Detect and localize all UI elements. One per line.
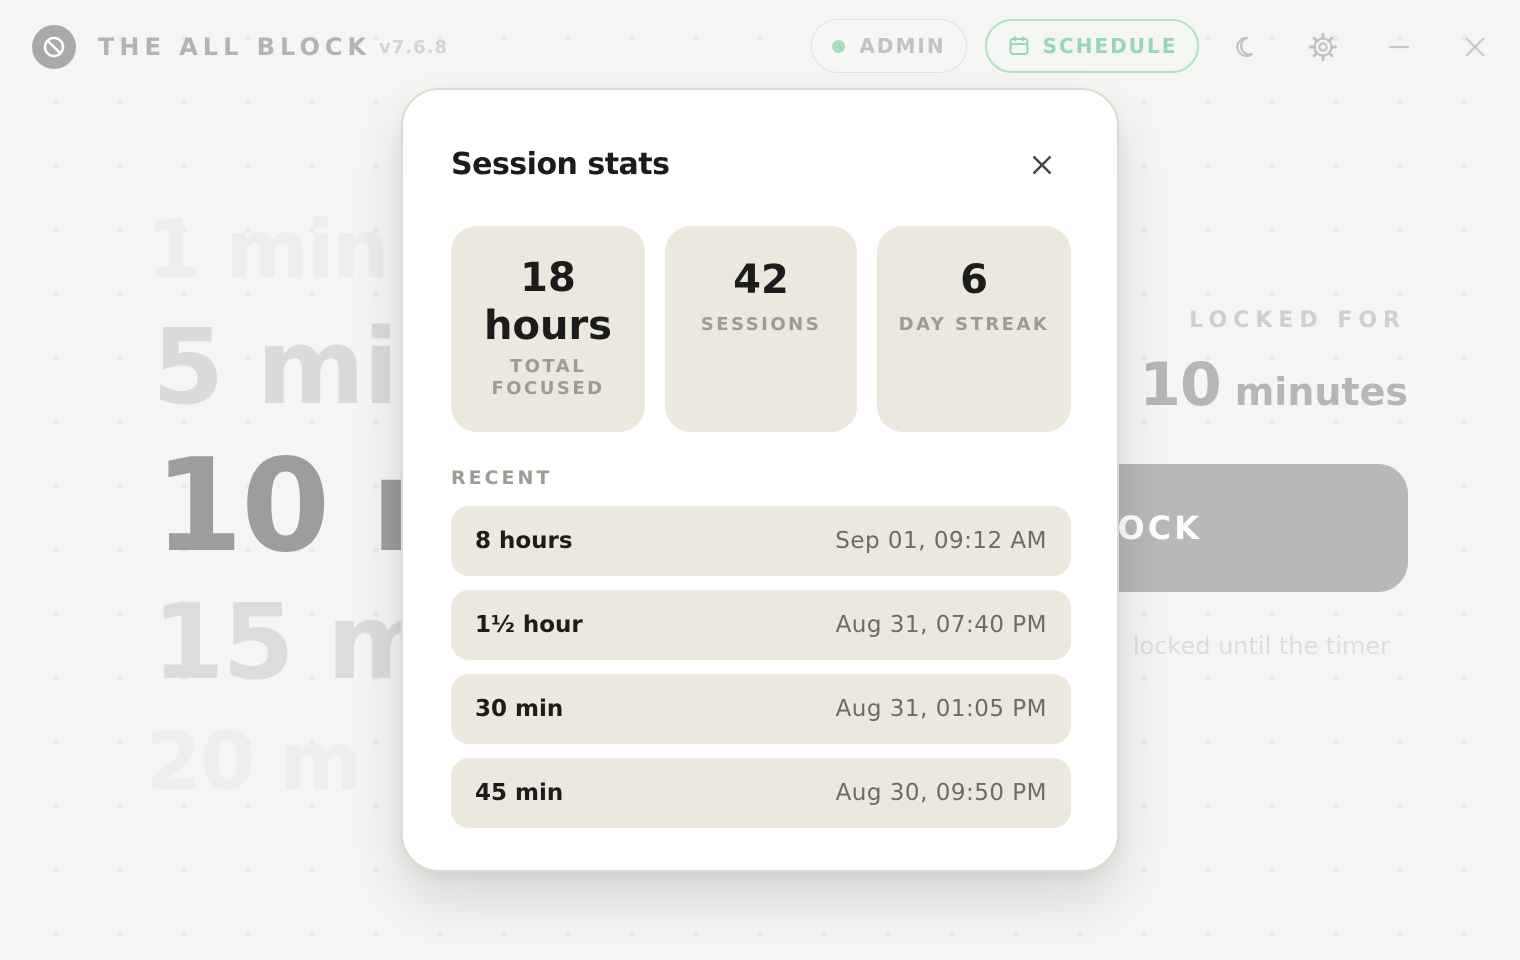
stat-label: TOTAL FOCUSED bbox=[491, 356, 605, 399]
locked-unit: minutes bbox=[1234, 370, 1408, 414]
session-date: Sep 01, 09:12 AM bbox=[835, 528, 1047, 554]
stat-value: 42 bbox=[733, 257, 789, 303]
stat-label: DAY STREAK bbox=[898, 314, 1050, 335]
gear-icon[interactable] bbox=[1307, 31, 1339, 63]
session-date: Aug 31, 01:05 PM bbox=[835, 696, 1047, 722]
stat-sessions: 42 SESSIONS bbox=[665, 226, 857, 432]
title-bar: THE ALL BLOCK v7.6.8 ADMIN SCHEDULE bbox=[0, 0, 1520, 94]
session-duration: 30 min bbox=[475, 696, 564, 722]
app-version: v7.6.8 bbox=[379, 37, 448, 58]
status-dot bbox=[832, 39, 846, 53]
session-date: Aug 31, 07:40 PM bbox=[835, 612, 1047, 638]
modal-title: Session stats bbox=[451, 147, 670, 182]
picker-option[interactable]: 20 m bbox=[146, 722, 363, 802]
picker-option[interactable]: 5 mi bbox=[152, 315, 399, 419]
minimize-icon[interactable] bbox=[1383, 31, 1415, 63]
calendar-icon bbox=[1009, 36, 1029, 55]
recent-sessions-list: 8 hours Sep 01, 09:12 AM 1½ hour Aug 31,… bbox=[451, 506, 1071, 842]
list-item: 30 min Aug 31, 01:05 PM bbox=[451, 674, 1071, 744]
stat-value: 18 hours bbox=[484, 255, 612, 349]
list-item: 45 min Aug 30, 09:50 PM bbox=[451, 758, 1071, 828]
schedule-label: SCHEDULE bbox=[1042, 34, 1178, 58]
lock-button-label: OCK bbox=[1117, 509, 1202, 547]
list-item: 1½ hour Aug 31, 07:40 PM bbox=[451, 590, 1071, 660]
close-icon[interactable] bbox=[1459, 31, 1491, 63]
locked-for-label: LOCKED FOR bbox=[1189, 308, 1406, 333]
stat-total-focused: 18 hours TOTAL FOCUSED bbox=[451, 226, 645, 432]
session-duration: 8 hours bbox=[475, 528, 573, 554]
schedule-button[interactable]: SCHEDULE bbox=[985, 19, 1199, 73]
moon-icon[interactable] bbox=[1231, 31, 1263, 63]
close-icon[interactable] bbox=[1025, 148, 1059, 182]
app-title: THE ALL BLOCK bbox=[98, 33, 372, 61]
stat-day-streak: 6 DAY STREAK bbox=[877, 226, 1071, 432]
session-stats-modal: Session stats 18 hours TOTAL FOCUSED 42 … bbox=[401, 88, 1119, 872]
session-duration: 1½ hour bbox=[475, 612, 583, 638]
session-date: Aug 30, 09:50 PM bbox=[835, 780, 1047, 806]
picker-option[interactable]: 15 m bbox=[152, 590, 435, 694]
picker-option[interactable]: 1 min bbox=[146, 210, 389, 290]
admin-button[interactable]: ADMIN bbox=[811, 19, 967, 73]
locked-number: 10 bbox=[1139, 350, 1221, 420]
recent-heading: RECENT bbox=[451, 467, 553, 489]
locked-duration: 10 minutes bbox=[1139, 350, 1408, 420]
block-icon bbox=[32, 25, 76, 69]
session-duration: 45 min bbox=[475, 780, 564, 806]
admin-label: ADMIN bbox=[859, 34, 946, 58]
stat-value: 6 bbox=[960, 257, 988, 303]
stat-label: SESSIONS bbox=[700, 314, 822, 335]
list-item: 8 hours Sep 01, 09:12 AM bbox=[451, 506, 1071, 576]
